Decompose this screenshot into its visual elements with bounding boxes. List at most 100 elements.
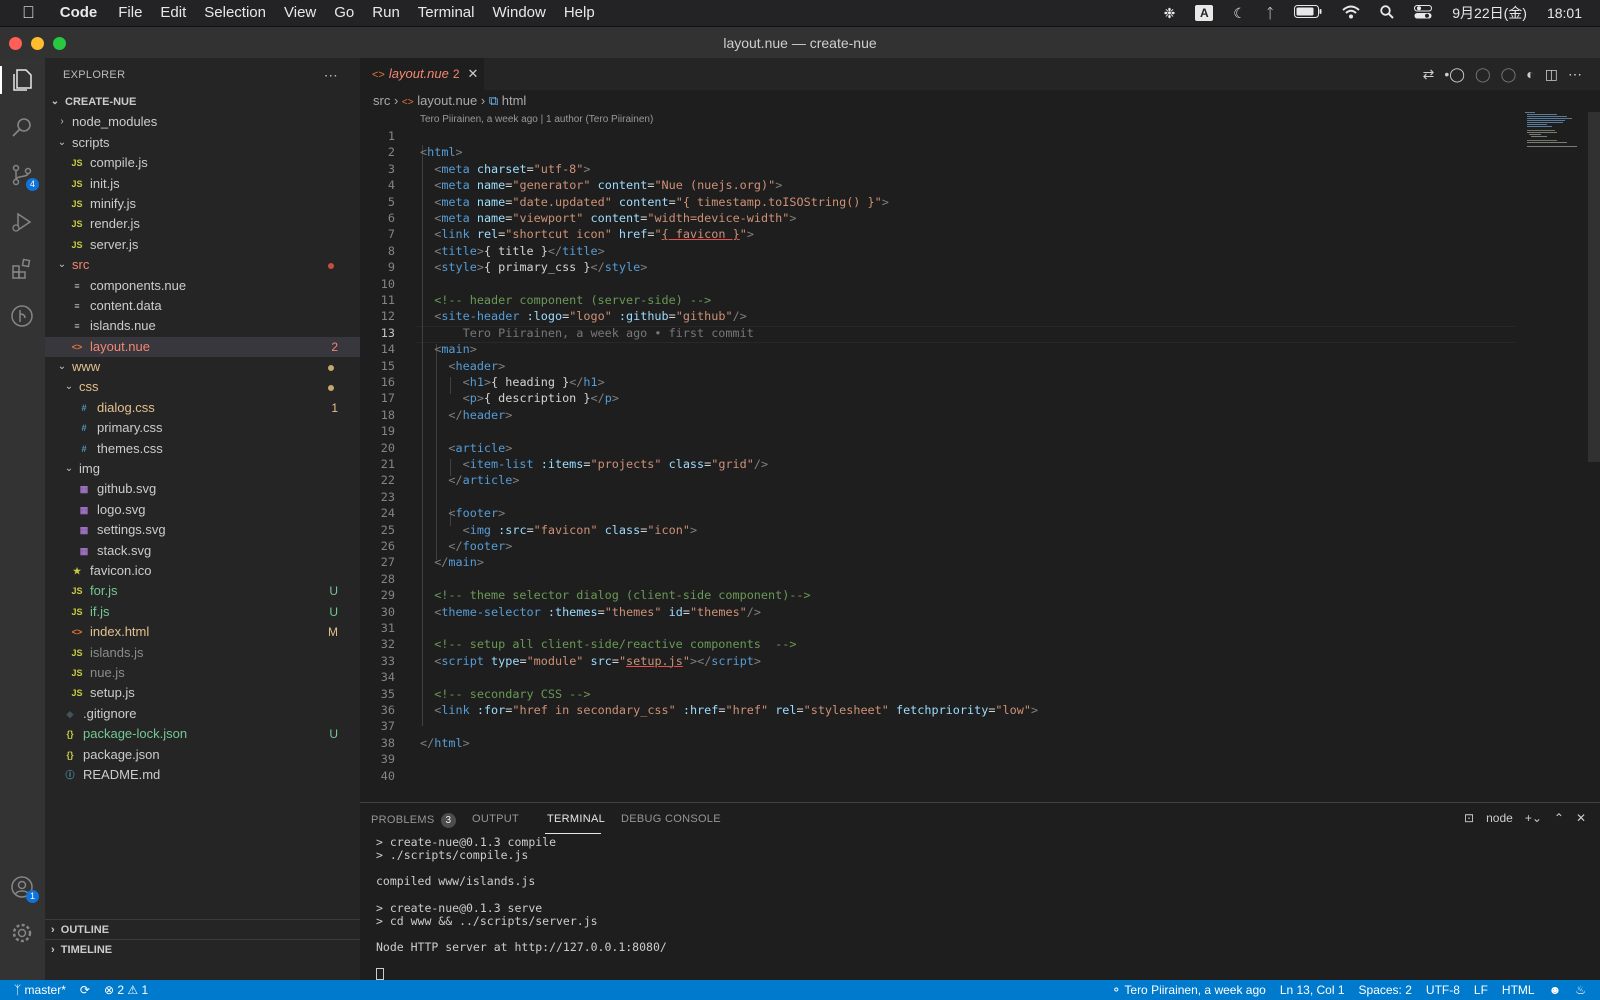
file-item[interactable]: ⓘ README.md bbox=[45, 765, 360, 785]
more-actions-icon[interactable]: ⋯ bbox=[324, 58, 338, 92]
terminal-shell-name[interactable]: node bbox=[1486, 811, 1513, 825]
file-item[interactable]: JS setup.js bbox=[45, 683, 360, 703]
run-debug-icon[interactable] bbox=[8, 208, 36, 236]
file-item[interactable]: {} package.json bbox=[45, 745, 360, 765]
editor-scrollbar[interactable] bbox=[1588, 112, 1600, 462]
file-item[interactable]: ▦ logo.svg bbox=[45, 500, 360, 520]
more-actions-icon[interactable]: ⋯ bbox=[1568, 66, 1582, 83]
codelens-blame[interactable]: Tero Piirainen, a week ago | 1 author (T… bbox=[420, 112, 653, 128]
search-icon[interactable] bbox=[8, 113, 36, 141]
file-item[interactable]: # themes.css bbox=[45, 439, 360, 459]
file-item[interactable]: <> layout.nue 2 bbox=[45, 336, 360, 358]
file-item[interactable]: JS if.js U bbox=[45, 602, 360, 622]
moon-icon[interactable]: ☾ bbox=[1233, 5, 1246, 22]
breadcrumb-folder[interactable]: src bbox=[373, 93, 390, 108]
menu-file[interactable]: File bbox=[109, 0, 151, 26]
file-item[interactable]: # dialog.css 1 bbox=[45, 398, 360, 418]
menu-run[interactable]: Run bbox=[363, 0, 409, 26]
folder-item[interactable]: ⌄ src bbox=[45, 255, 360, 275]
file-item[interactable]: JS nue.js bbox=[45, 663, 360, 683]
file-item[interactable]: JS init.js bbox=[45, 174, 360, 194]
encoding[interactable]: UTF-8 bbox=[1426, 980, 1460, 1000]
close-window-button[interactable] bbox=[9, 37, 22, 50]
maximize-panel-icon[interactable]: ⌃ bbox=[1554, 811, 1564, 825]
menubar-time[interactable]: 18:01 bbox=[1547, 5, 1582, 21]
menu-help[interactable]: Help bbox=[555, 0, 604, 26]
folder-item[interactable]: ⌄ scripts bbox=[45, 133, 360, 153]
menu-edit[interactable]: Edit bbox=[151, 0, 195, 26]
minimap[interactable] bbox=[1523, 110, 1593, 150]
file-item[interactable]: ◆ .gitignore bbox=[45, 704, 360, 724]
menubar-date[interactable]: 9月22日(金) bbox=[1452, 3, 1527, 23]
problems-status[interactable]: ⊗ 2 ⚠ 1 bbox=[104, 980, 148, 1000]
control-center-icon[interactable] bbox=[1414, 4, 1433, 22]
battery-icon[interactable] bbox=[1294, 5, 1322, 21]
cursor-position[interactable]: Ln 13, Col 1 bbox=[1280, 980, 1345, 1000]
timeline-icon[interactable]: ◐ bbox=[1526, 66, 1534, 83]
menu-app-name[interactable]: Code bbox=[51, 0, 110, 26]
file-item[interactable]: <> index.html M bbox=[45, 622, 360, 642]
tab-problems[interactable]: PROBLEMS 3 bbox=[371, 813, 457, 828]
settings-gear-icon[interactable] bbox=[8, 919, 36, 947]
menu-view[interactable]: View bbox=[275, 0, 325, 26]
menu-selection[interactable]: Selection bbox=[195, 0, 275, 26]
split-editor-icon[interactable]: ◫ bbox=[1545, 66, 1558, 83]
sync-icon[interactable]: ⟳ bbox=[80, 980, 90, 1000]
input-method-icon[interactable]: A bbox=[1195, 5, 1214, 21]
close-tab-icon[interactable]: ✕ bbox=[468, 66, 479, 81]
new-terminal-icon[interactable]: +⌄ bbox=[1525, 811, 1542, 825]
file-item[interactable]: JS render.js bbox=[45, 214, 360, 234]
file-item[interactable]: ≡ content.data bbox=[45, 296, 360, 316]
compare-changes-icon[interactable]: ⇄ bbox=[1423, 66, 1435, 83]
git-commit-icon[interactable]: •◯ bbox=[1444, 66, 1465, 83]
tab-terminal[interactable]: TERMINAL bbox=[547, 813, 605, 825]
menu-go[interactable]: Go bbox=[325, 0, 363, 26]
notifications-bell-icon[interactable]: ♨ bbox=[1575, 980, 1586, 1000]
code-editor[interactable]: 1 2 <html> 3 <meta charset="utf-8"> 4 <meta … bbox=[360, 128, 1520, 796]
folder-item[interactable]: ⌄ www bbox=[45, 357, 360, 377]
git-branch[interactable]: ᛉ master* bbox=[14, 980, 66, 1000]
wifi-icon[interactable] bbox=[1342, 5, 1360, 22]
menu-terminal[interactable]: Terminal bbox=[409, 0, 484, 26]
file-item[interactable]: # primary.css bbox=[45, 418, 360, 438]
file-item[interactable]: ▦ stack.svg bbox=[45, 541, 360, 561]
file-item[interactable]: JS islands.js bbox=[45, 643, 360, 663]
outline-section[interactable]: › OUTLINE bbox=[45, 919, 360, 939]
apple-icon[interactable]:  bbox=[0, 0, 51, 26]
folder-item[interactable]: › node_modules bbox=[45, 112, 360, 132]
breadcrumb-file[interactable]: layout.nue bbox=[417, 93, 477, 108]
spotlight-search-icon[interactable] bbox=[1380, 4, 1394, 22]
file-item[interactable]: ≡ islands.nue bbox=[45, 316, 360, 336]
tab-debug-console[interactable]: DEBUG CONSOLE bbox=[621, 813, 721, 825]
previous-change-icon[interactable]: ◯ bbox=[1475, 66, 1491, 83]
menu-window[interactable]: Window bbox=[483, 0, 554, 26]
minimize-window-button[interactable] bbox=[31, 37, 44, 50]
file-item[interactable]: ▦ settings.svg bbox=[45, 520, 360, 540]
feedback-icon[interactable]: ☻ bbox=[1549, 980, 1562, 1000]
tab-layout-nue[interactable]: <> layout.nue 2 ✕ bbox=[360, 58, 484, 90]
github-actions-icon[interactable] bbox=[8, 302, 36, 330]
extensions-icon[interactable] bbox=[8, 255, 36, 283]
file-item[interactable]: JS for.js U bbox=[45, 581, 360, 601]
bluetooth-icon[interactable]: ᛏ bbox=[1266, 5, 1274, 21]
explorer-icon[interactable] bbox=[8, 66, 36, 94]
file-item[interactable]: JS compile.js bbox=[45, 153, 360, 173]
timeline-section[interactable]: › TIMELINE bbox=[45, 939, 360, 959]
end-of-line[interactable]: LF bbox=[1474, 980, 1488, 1000]
file-item[interactable]: ★ favicon.ico bbox=[45, 561, 360, 581]
source-control-icon[interactable]: 4 bbox=[8, 161, 39, 191]
indentation[interactable]: Spaces: 2 bbox=[1359, 980, 1412, 1000]
breadcrumb-symbol[interactable]: html bbox=[502, 93, 527, 108]
file-item[interactable]: {} package-lock.json U bbox=[45, 724, 360, 744]
project-root[interactable]: ⌄ CREATE-NUE bbox=[45, 92, 360, 112]
accounts-icon[interactable]: 1 bbox=[8, 873, 39, 903]
zoom-window-button[interactable] bbox=[53, 37, 66, 50]
folder-item[interactable]: ⌄ img bbox=[45, 459, 360, 479]
language-mode[interactable]: HTML bbox=[1502, 980, 1535, 1000]
folder-item[interactable]: ⌄ css bbox=[45, 377, 360, 397]
file-item[interactable]: JS server.js bbox=[45, 235, 360, 255]
close-panel-icon[interactable]: ✕ bbox=[1576, 811, 1586, 825]
file-item[interactable]: ≡ components.nue bbox=[45, 276, 360, 296]
file-item[interactable]: ▦ github.svg bbox=[45, 479, 360, 499]
figma-icon[interactable]: ❉ bbox=[1164, 5, 1176, 22]
